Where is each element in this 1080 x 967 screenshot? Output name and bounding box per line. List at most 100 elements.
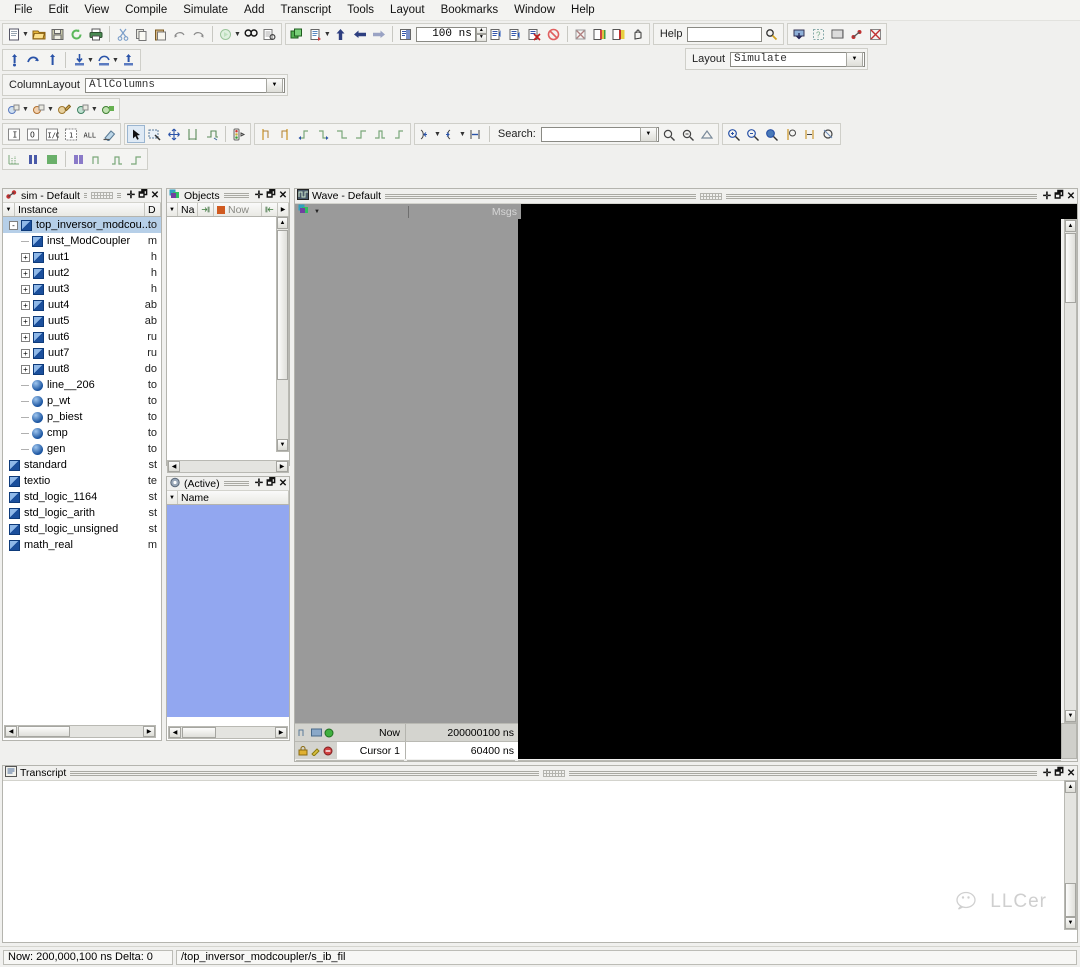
compile-dropdown-caret[interactable]: ▼ xyxy=(234,31,241,38)
wave-canvas-hscrollbar[interactable]: ◀ ▶ xyxy=(518,760,1061,762)
active-col-name[interactable]: Name xyxy=(178,491,289,504)
pane-undock-button[interactable]: 🗗 xyxy=(265,189,277,201)
breakpoint-icon[interactable] xyxy=(230,125,248,143)
scroll-thumb[interactable] xyxy=(310,761,368,762)
run-icon[interactable] xyxy=(397,25,415,43)
tree-expander[interactable]: + xyxy=(21,348,30,358)
stop-sim-icon[interactable] xyxy=(866,25,884,43)
restart-icon[interactable] xyxy=(307,25,325,43)
insert-group-caret[interactable]: ▼ xyxy=(87,57,94,64)
cut-icon[interactable] xyxy=(114,25,132,43)
spinner-up[interactable]: ▲ xyxy=(475,26,487,34)
zoom-full-icon[interactable] xyxy=(763,125,781,143)
cursor-icons[interactable] xyxy=(295,742,337,759)
transcript-output[interactable] xyxy=(3,781,1077,931)
print-icon[interactable] xyxy=(87,25,105,43)
style-solid-icon[interactable] xyxy=(43,150,61,168)
sim-tree-row[interactable]: line__206 to xyxy=(3,377,161,393)
sim-tree-row[interactable]: + uut5 ab xyxy=(3,313,161,329)
sim-tree-row[interactable]: inst_ModCoupler m xyxy=(3,233,161,249)
objects-col-name[interactable]: Na xyxy=(178,203,198,216)
pane-dock-button[interactable]: ✛ xyxy=(1041,768,1053,779)
sim-tree-row[interactable]: + uut7 ru xyxy=(3,345,161,361)
objects-vscrollbar[interactable]: ▲ ▼ xyxy=(276,216,289,452)
style-edge-icon[interactable] xyxy=(127,150,145,168)
scroll-right-arrow[interactable]: ▶ xyxy=(275,727,287,738)
scroll-right-arrow[interactable]: ▶ xyxy=(143,726,155,737)
chevron-down-icon[interactable]: ▼ xyxy=(266,77,283,93)
pointer-tool-icon[interactable] xyxy=(127,125,145,143)
bookmark-icon[interactable] xyxy=(790,25,808,43)
sim-col-instance[interactable]: Instance xyxy=(15,203,145,216)
restart-dropdown-caret[interactable]: ▼ xyxy=(324,31,331,38)
sim-tree-row[interactable]: + uut3 h xyxy=(3,281,161,297)
scroll-right-arrow[interactable]: ▶ xyxy=(276,461,288,472)
tree-expander[interactable]: - xyxy=(9,220,18,230)
tree-expander[interactable]: + xyxy=(21,364,30,374)
step-up-icon[interactable] xyxy=(332,25,350,43)
search-prev-icon[interactable] xyxy=(660,125,678,143)
paste-icon[interactable] xyxy=(152,25,170,43)
reload-icon[interactable] xyxy=(68,25,86,43)
scroll-thumb[interactable] xyxy=(182,727,216,738)
menu-item-view[interactable]: View xyxy=(76,2,117,18)
zoom-last-icon[interactable] xyxy=(820,125,838,143)
filter-dropdown-icon[interactable]: ▼ xyxy=(3,203,15,216)
help-search-icon[interactable] xyxy=(763,25,781,43)
format-radix-caret[interactable]: ▼ xyxy=(22,106,29,113)
break-icon[interactable] xyxy=(526,25,544,43)
tree-expander[interactable]: + xyxy=(21,268,30,278)
scroll-left-arrow[interactable]: ◀ xyxy=(5,726,17,737)
menu-item-transcript[interactable]: Transcript xyxy=(272,2,339,18)
sim-tree-row[interactable]: - top_inversor_modcou... to xyxy=(3,217,161,233)
sim-tree-row[interactable]: + uut1 h xyxy=(3,249,161,265)
step-forward-icon[interactable] xyxy=(370,25,388,43)
run-length-field[interactable]: 100 ns xyxy=(415,26,476,42)
search-next-icon[interactable] xyxy=(679,125,697,143)
radix-io-icon[interactable]: I/O xyxy=(43,125,61,143)
insert-group-icon[interactable] xyxy=(70,51,88,69)
redo-icon[interactable] xyxy=(190,25,208,43)
scroll-left-arrow[interactable]: ◀ xyxy=(519,761,531,762)
tree-expander[interactable]: + xyxy=(21,332,30,342)
tree-expander[interactable]: + xyxy=(21,316,30,326)
wave-names-hscrollbar[interactable]: ◀ ▶ xyxy=(296,760,404,762)
pane-undock-button[interactable]: 🗗 xyxy=(1053,190,1065,202)
scroll-down-arrow[interactable]: ▼ xyxy=(277,439,288,451)
format-color-caret[interactable]: ▼ xyxy=(47,106,54,113)
find-icon[interactable] xyxy=(242,25,260,43)
zoom-out-icon[interactable] xyxy=(744,125,762,143)
open-folder-icon[interactable] xyxy=(30,25,48,43)
sim-tree-row[interactable]: + uut8 do xyxy=(3,361,161,377)
menu-item-add[interactable]: Add xyxy=(236,2,272,18)
menu-item-tools[interactable]: Tools xyxy=(339,2,382,18)
cursor-insert-icon[interactable] xyxy=(257,125,275,143)
chevron-down-icon[interactable]: ▼ xyxy=(639,126,657,142)
zoom-select-icon[interactable] xyxy=(146,125,164,143)
menu-item-layout[interactable]: Layout xyxy=(382,2,433,18)
sim-tree-row[interactable]: p_wt to xyxy=(3,393,161,409)
wave-timeline[interactable] xyxy=(518,723,1061,759)
pane-close-button[interactable]: ✕ xyxy=(1065,768,1077,779)
pane-grip[interactable] xyxy=(91,192,114,199)
move-up-icon[interactable] xyxy=(43,51,61,69)
collapse-time-caret[interactable]: ▼ xyxy=(459,131,466,138)
format-radix-icon[interactable] xyxy=(5,100,23,118)
search-input[interactable]: ▼ xyxy=(540,126,659,142)
scroll-right-arrow[interactable]: ▶ xyxy=(1048,761,1060,762)
radix-bus-icon[interactable]: 1 xyxy=(62,125,80,143)
tree-expander[interactable]: + xyxy=(21,252,30,262)
simulate-icon[interactable] xyxy=(288,25,306,43)
sim-tree-row[interactable]: std_logic_1164 st xyxy=(3,489,161,505)
run-continue-icon[interactable] xyxy=(507,25,525,43)
scroll-right-arrow[interactable]: ▶ xyxy=(502,761,514,762)
zoom-cursor-icon[interactable] xyxy=(782,125,800,143)
pane-grip[interactable] xyxy=(542,769,565,777)
pane-grip[interactable] xyxy=(700,192,723,200)
pane-undock-button[interactable]: 🗗 xyxy=(137,189,149,201)
hand-icon[interactable] xyxy=(629,25,647,43)
scroll-up-arrow[interactable]: ▲ xyxy=(277,217,288,229)
stop-icon[interactable] xyxy=(545,25,563,43)
measure-tool-icon[interactable] xyxy=(184,125,202,143)
objects-hscrollbar[interactable]: ◀ ▶ xyxy=(167,460,289,473)
